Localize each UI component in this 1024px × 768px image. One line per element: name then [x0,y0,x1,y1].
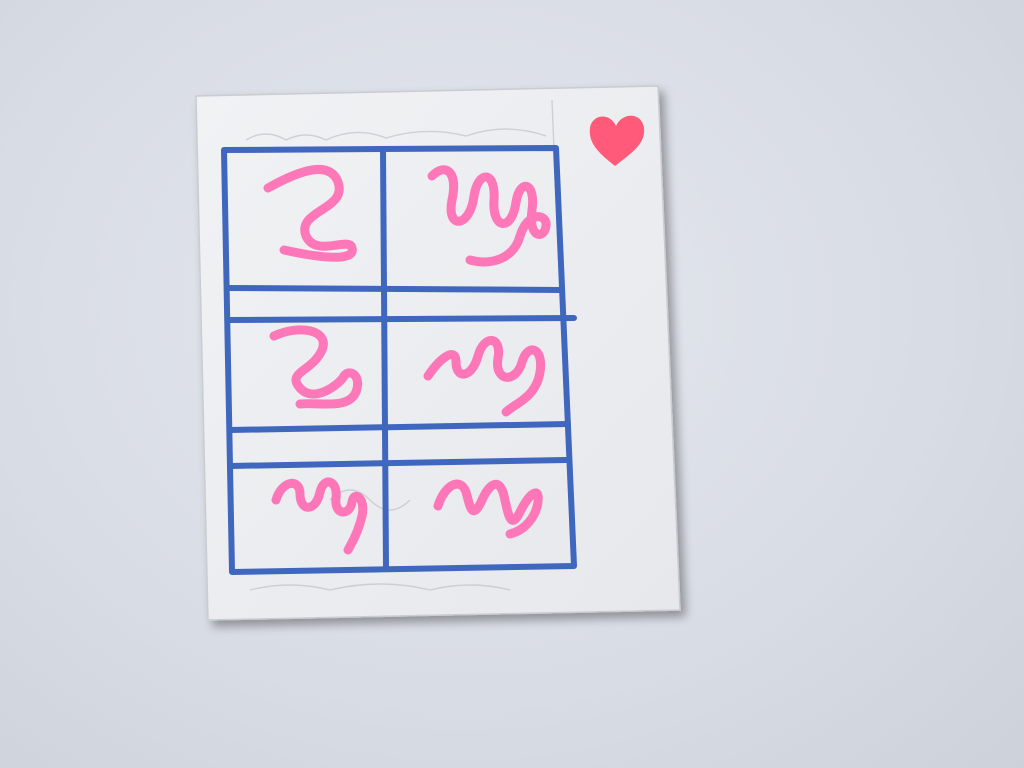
row-separator-1a [225,285,565,293]
paper-card [195,85,681,621]
photo-scene [195,85,681,621]
grid-middle-divider [380,147,389,571]
row-separator-1b [227,315,577,323]
